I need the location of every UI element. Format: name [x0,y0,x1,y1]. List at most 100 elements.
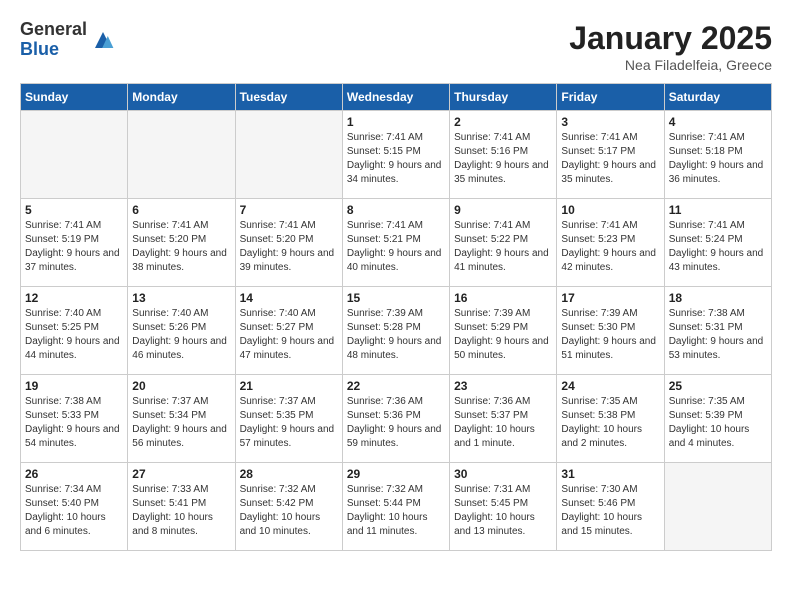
day-number: 12 [25,291,123,305]
day-number: 28 [240,467,338,481]
logo: General Blue [20,20,115,60]
calendar-cell: 27 Sunrise: 7:33 AMSunset: 5:41 PMDaylig… [128,463,235,551]
day-number: 26 [25,467,123,481]
calendar-cell: 24 Sunrise: 7:35 AMSunset: 5:38 PMDaylig… [557,375,664,463]
day-number: 15 [347,291,445,305]
day-number: 19 [25,379,123,393]
calendar-cell [664,463,771,551]
day-info: Sunrise: 7:36 AMSunset: 5:36 PMDaylight:… [347,395,445,451]
calendar-cell: 12 Sunrise: 7:40 AMSunset: 5:25 PMDaylig… [21,287,128,375]
day-info: Sunrise: 7:39 AMSunset: 5:29 PMDaylight:… [454,307,552,363]
weekday-header-wednesday: Wednesday [342,84,449,111]
title-block: January 2025 Nea Filadelfeia, Greece [569,20,772,73]
day-info: Sunrise: 7:41 AMSunset: 5:22 PMDaylight:… [454,219,552,275]
day-info: Sunrise: 7:37 AMSunset: 5:34 PMDaylight:… [132,395,230,451]
weekday-header-monday: Monday [128,84,235,111]
day-info: Sunrise: 7:38 AMSunset: 5:33 PMDaylight:… [25,395,123,451]
day-info: Sunrise: 7:40 AMSunset: 5:25 PMDaylight:… [25,307,123,363]
weekday-header-saturday: Saturday [664,84,771,111]
calendar-table: SundayMondayTuesdayWednesdayThursdayFrid… [20,83,772,551]
calendar-cell: 14 Sunrise: 7:40 AMSunset: 5:27 PMDaylig… [235,287,342,375]
day-number: 9 [454,203,552,217]
calendar-cell: 8 Sunrise: 7:41 AMSunset: 5:21 PMDayligh… [342,199,449,287]
day-number: 17 [561,291,659,305]
calendar-cell [128,111,235,199]
day-number: 10 [561,203,659,217]
weekday-header-row: SundayMondayTuesdayWednesdayThursdayFrid… [21,84,772,111]
calendar-cell [21,111,128,199]
day-info: Sunrise: 7:33 AMSunset: 5:41 PMDaylight:… [132,483,230,539]
calendar-cell: 9 Sunrise: 7:41 AMSunset: 5:22 PMDayligh… [450,199,557,287]
calendar-cell: 22 Sunrise: 7:36 AMSunset: 5:36 PMDaylig… [342,375,449,463]
calendar-cell: 13 Sunrise: 7:40 AMSunset: 5:26 PMDaylig… [128,287,235,375]
day-number: 22 [347,379,445,393]
weekday-header-thursday: Thursday [450,84,557,111]
day-number: 29 [347,467,445,481]
calendar-cell: 1 Sunrise: 7:41 AMSunset: 5:15 PMDayligh… [342,111,449,199]
logo-icon [91,28,115,52]
day-info: Sunrise: 7:34 AMSunset: 5:40 PMDaylight:… [25,483,123,539]
calendar-cell: 2 Sunrise: 7:41 AMSunset: 5:16 PMDayligh… [450,111,557,199]
weekday-header-sunday: Sunday [21,84,128,111]
calendar-cell: 15 Sunrise: 7:39 AMSunset: 5:28 PMDaylig… [342,287,449,375]
week-row-2: 5 Sunrise: 7:41 AMSunset: 5:19 PMDayligh… [21,199,772,287]
calendar-cell: 18 Sunrise: 7:38 AMSunset: 5:31 PMDaylig… [664,287,771,375]
calendar-cell: 5 Sunrise: 7:41 AMSunset: 5:19 PMDayligh… [21,199,128,287]
calendar-cell: 20 Sunrise: 7:37 AMSunset: 5:34 PMDaylig… [128,375,235,463]
day-number: 11 [669,203,767,217]
day-info: Sunrise: 7:41 AMSunset: 5:18 PMDaylight:… [669,131,767,187]
day-info: Sunrise: 7:40 AMSunset: 5:27 PMDaylight:… [240,307,338,363]
day-number: 31 [561,467,659,481]
location: Nea Filadelfeia, Greece [569,57,772,73]
week-row-4: 19 Sunrise: 7:38 AMSunset: 5:33 PMDaylig… [21,375,772,463]
logo-general-text: General [20,20,87,40]
day-number: 25 [669,379,767,393]
day-number: 7 [240,203,338,217]
day-number: 18 [669,291,767,305]
calendar-cell: 30 Sunrise: 7:31 AMSunset: 5:45 PMDaylig… [450,463,557,551]
calendar-cell: 7 Sunrise: 7:41 AMSunset: 5:20 PMDayligh… [235,199,342,287]
logo-blue-text: Blue [20,40,87,60]
calendar-body: 1 Sunrise: 7:41 AMSunset: 5:15 PMDayligh… [21,111,772,551]
day-number: 20 [132,379,230,393]
day-number: 14 [240,291,338,305]
day-info: Sunrise: 7:38 AMSunset: 5:31 PMDaylight:… [669,307,767,363]
day-number: 3 [561,115,659,129]
week-row-1: 1 Sunrise: 7:41 AMSunset: 5:15 PMDayligh… [21,111,772,199]
day-number: 6 [132,203,230,217]
page-header: General Blue January 2025 Nea Filadelfei… [20,20,772,73]
day-number: 4 [669,115,767,129]
calendar-cell: 6 Sunrise: 7:41 AMSunset: 5:20 PMDayligh… [128,199,235,287]
day-info: Sunrise: 7:41 AMSunset: 5:20 PMDaylight:… [240,219,338,275]
calendar-cell: 4 Sunrise: 7:41 AMSunset: 5:18 PMDayligh… [664,111,771,199]
day-info: Sunrise: 7:39 AMSunset: 5:28 PMDaylight:… [347,307,445,363]
day-number: 1 [347,115,445,129]
calendar-cell: 21 Sunrise: 7:37 AMSunset: 5:35 PMDaylig… [235,375,342,463]
calendar-cell: 28 Sunrise: 7:32 AMSunset: 5:42 PMDaylig… [235,463,342,551]
day-number: 8 [347,203,445,217]
day-number: 5 [25,203,123,217]
calendar-cell [235,111,342,199]
calendar-cell: 29 Sunrise: 7:32 AMSunset: 5:44 PMDaylig… [342,463,449,551]
day-info: Sunrise: 7:32 AMSunset: 5:42 PMDaylight:… [240,483,338,539]
day-number: 13 [132,291,230,305]
day-number: 23 [454,379,552,393]
day-number: 24 [561,379,659,393]
day-info: Sunrise: 7:41 AMSunset: 5:15 PMDaylight:… [347,131,445,187]
day-info: Sunrise: 7:35 AMSunset: 5:39 PMDaylight:… [669,395,767,451]
day-number: 21 [240,379,338,393]
day-info: Sunrise: 7:41 AMSunset: 5:21 PMDaylight:… [347,219,445,275]
day-info: Sunrise: 7:41 AMSunset: 5:17 PMDaylight:… [561,131,659,187]
day-info: Sunrise: 7:41 AMSunset: 5:19 PMDaylight:… [25,219,123,275]
calendar-cell: 16 Sunrise: 7:39 AMSunset: 5:29 PMDaylig… [450,287,557,375]
calendar-cell: 31 Sunrise: 7:30 AMSunset: 5:46 PMDaylig… [557,463,664,551]
calendar-cell: 11 Sunrise: 7:41 AMSunset: 5:24 PMDaylig… [664,199,771,287]
day-info: Sunrise: 7:31 AMSunset: 5:45 PMDaylight:… [454,483,552,539]
day-info: Sunrise: 7:37 AMSunset: 5:35 PMDaylight:… [240,395,338,451]
weekday-header-tuesday: Tuesday [235,84,342,111]
day-number: 16 [454,291,552,305]
day-info: Sunrise: 7:41 AMSunset: 5:16 PMDaylight:… [454,131,552,187]
week-row-3: 12 Sunrise: 7:40 AMSunset: 5:25 PMDaylig… [21,287,772,375]
calendar-cell: 26 Sunrise: 7:34 AMSunset: 5:40 PMDaylig… [21,463,128,551]
day-info: Sunrise: 7:39 AMSunset: 5:30 PMDaylight:… [561,307,659,363]
